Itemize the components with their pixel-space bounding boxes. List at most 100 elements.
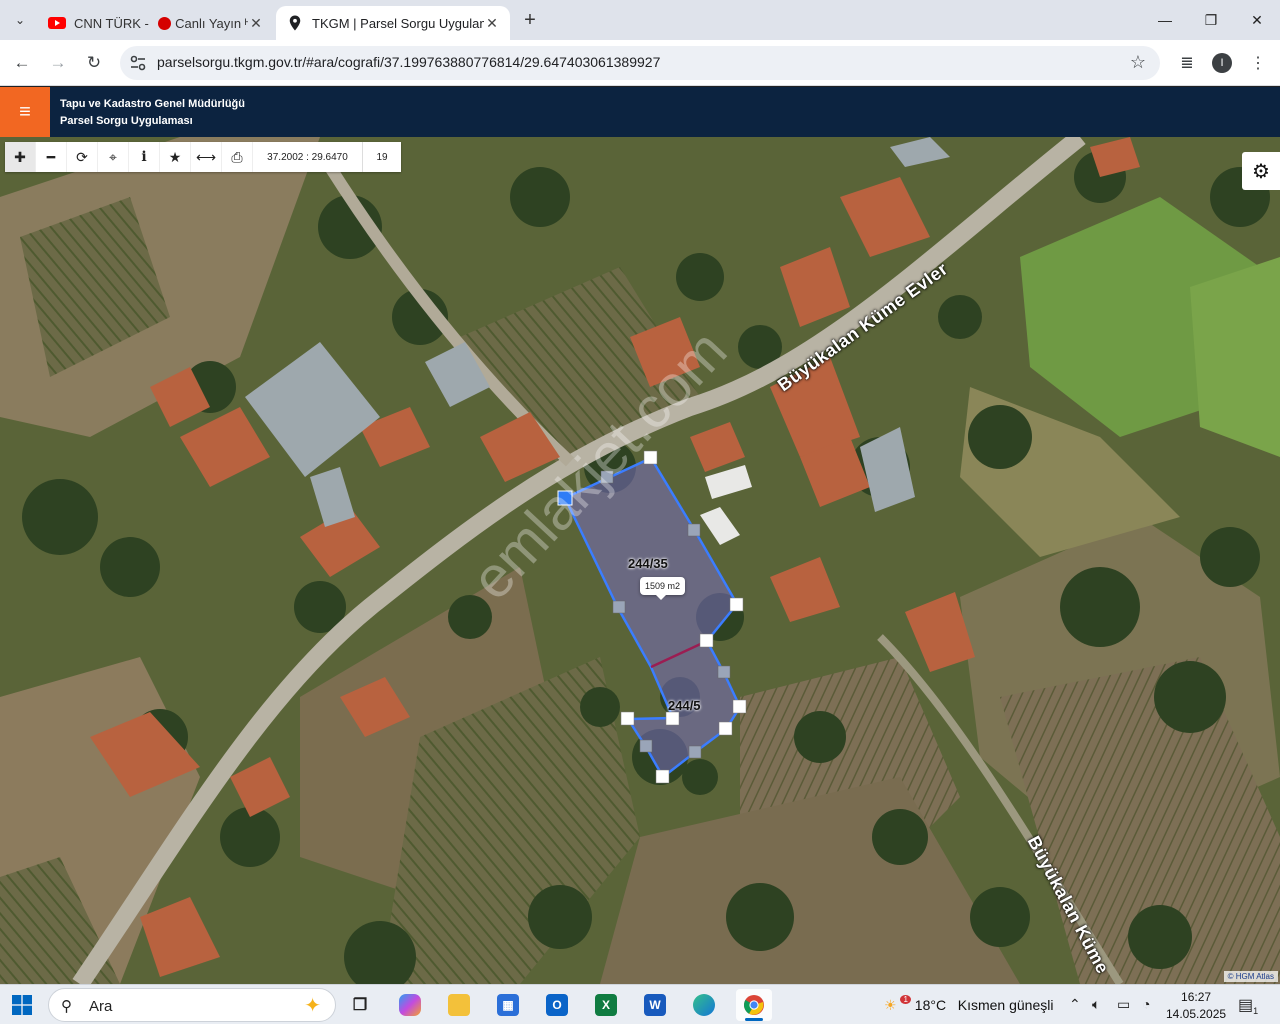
new-tab-button[interactable]: + [518,8,542,32]
sparkle-icon: ✦ [304,995,321,1017]
live-dot-icon [158,16,172,30]
windows-start-icon[interactable] [12,995,32,1015]
parcel-label[interactable]: 244/5 [668,698,701,713]
reload-icon: ↻ [86,53,102,72]
restore-button[interactable]: ❐ [1188,0,1234,40]
weather-badge: 1 [900,995,911,1004]
forward-button[interactable]: → [43,48,73,78]
hamburger-icon: ≡ [19,100,31,123]
weather-temp: 18°C [914,997,947,1013]
parcel-label[interactable]: 244/35 [628,556,668,571]
coordinate-readout: 37.2002 : 29.6470 [253,142,363,172]
weather-desc: Kısmen güneşli [957,997,1054,1013]
area-tooltip: 1509 m2 [640,577,686,600]
measure-icon: ⟷ [195,148,217,165]
taskbar-search[interactable]: ⚲ Ara ✦ [48,988,336,1022]
edge-button[interactable] [686,989,722,1021]
app-title: Tapu ve Kadastro Genel Müdürlüğü Parsel … [60,96,245,130]
show-hidden-icons[interactable]: ⌃ [1069,996,1081,1013]
locate-icon: ⌖ [109,148,117,165]
info-icon: i [141,149,147,165]
outlook-button[interactable]: O [539,989,575,1021]
excel-button[interactable]: X [588,989,624,1021]
file-explorer-icon [448,994,470,1016]
clock-time: 16:27 [1181,990,1212,1004]
browser-menu-button[interactable]: ⋮ [1245,50,1271,76]
profile-button[interactable]: I [1209,50,1235,76]
menu-button[interactable]: ≡ [0,87,50,137]
playlist-icon: ≣ [1180,55,1194,72]
edge-icon [693,994,715,1016]
search-icon: ⚲ [61,998,72,1015]
reload-button[interactable]: ↻ [79,48,109,78]
site-info-icon[interactable] [128,53,148,73]
task-view-icon: ❐ [352,997,368,1014]
arrow-right-icon: → [49,53,67,72]
tab-cnn-turk[interactable]: CNN TÜRK - Canlı Yayın ᴴᴰ ✕ [38,6,274,40]
bookmark-star-icon[interactable]: ☆ [1130,52,1146,73]
app-title-line2: Parsel Sorgu Uygulaması [60,115,193,127]
info-button[interactable]: i [129,142,160,172]
clock-date: 14.05.2025 [1166,1007,1227,1021]
close-tab-icon[interactable]: ✕ [484,15,500,32]
store-icon: ▦ [497,994,519,1016]
chevron-down-icon: ⌄ [14,13,26,27]
tab-tkgm[interactable]: TKGM | Parsel Sorgu Uygulaması ✕ [276,6,510,40]
zoom-out-icon: ━ [46,148,56,165]
media-control-button[interactable]: ≣ [1174,50,1200,76]
tab-search-button[interactable]: ⌄ [8,8,32,32]
map-attribution: © HGM Atlas [1223,971,1278,982]
back-button[interactable]: ← [7,48,37,78]
system-clock[interactable]: 16:27 14.05.2025 [1166,989,1226,1023]
battery-icon[interactable]: ▭ [1117,996,1130,1013]
print-icon: ⎙ [231,148,243,165]
windows-taskbar: ⚲ Ara ✦ ❐ ▦ O X W ☀ 1 18°C Kısmen güneşl… [0,984,1280,1024]
app-header: ≡ Tapu ve Kadastro Genel Müdürlüğü Parse… [0,87,1280,137]
wifi-icon[interactable]: ◔ [1142,996,1150,1012]
url-text[interactable]: parselsorgu.tkgm.gov.tr/#ara/cografi/37.… [157,54,660,70]
map-toolbar: ✚ ━ ⟳ ⌖ i ★ ⟷ ⎙ 37.2002 : 29.6470 19 [5,142,401,172]
close-window-button[interactable]: ✕ [1234,0,1280,40]
map-pin-icon [289,15,301,31]
browser-tab-strip: ⌄ CNN TÜRK - Canlı Yayın ᴴᴰ ✕ TKGM | Par… [0,0,1280,40]
weather-widget[interactable]: ☀ 1 18°C Kısmen güneşli [884,995,1053,1014]
print-button[interactable]: ⎙ [222,142,253,172]
address-bar[interactable]: parselsorgu.tkgm.gov.tr/#ara/cografi/37.… [120,46,1160,80]
notification-button[interactable]: ▤1 [1238,995,1258,1016]
minimize-icon: — [1158,12,1172,28]
settings-button[interactable]: ⚙ [1242,152,1280,190]
measure-button[interactable]: ⟷ [191,142,222,172]
tab-title: TKGM | Parsel Sorgu Uygulaması [312,15,484,31]
locate-button[interactable]: ⌖ [98,142,129,172]
copilot-icon [399,994,421,1016]
search-placeholder: Ara [89,998,113,1015]
browser-toolbar: ← → ↻ parselsorgu.tkgm.gov.tr/#ara/cogra… [0,40,1280,86]
word-icon: W [644,994,666,1016]
chrome-icon [744,995,764,1015]
word-button[interactable]: W [637,989,673,1021]
store-button[interactable]: ▦ [490,989,526,1021]
bookmark-button[interactable]: ★ [160,142,191,172]
volume-icon[interactable]: 🔈︎ [1092,996,1100,1013]
zoom-level: 19 [376,151,388,163]
file-explorer-button[interactable] [441,989,477,1021]
excel-icon: X [595,994,617,1016]
zoom-in-button[interactable]: ✚ [5,142,36,172]
close-icon: ✕ [1251,11,1263,28]
tab-title-suffix: Canlı Yayın ᴴᴰ [175,15,248,31]
weather-icon: ☀ [884,997,897,1013]
chrome-button[interactable] [736,989,772,1021]
notification-count: 1 [1253,1006,1259,1017]
youtube-icon [48,17,66,29]
refresh-button[interactable]: ⟳ [67,142,98,172]
minimize-button[interactable]: — [1142,0,1188,40]
zoom-in-icon: ✚ [14,148,26,165]
app-title-line1: Tapu ve Kadastro Genel Müdürlüğü [60,98,245,110]
close-tab-icon[interactable]: ✕ [248,15,264,32]
copilot-button[interactable] [392,989,428,1021]
arrow-left-icon: ← [13,53,31,72]
satellite-map[interactable]: emlakjet.com Büyükalan Küme Evler Büyüka… [0,137,1280,984]
avatar: I [1212,53,1232,73]
task-view-button[interactable]: ❐ [342,989,378,1021]
zoom-out-button[interactable]: ━ [36,142,67,172]
